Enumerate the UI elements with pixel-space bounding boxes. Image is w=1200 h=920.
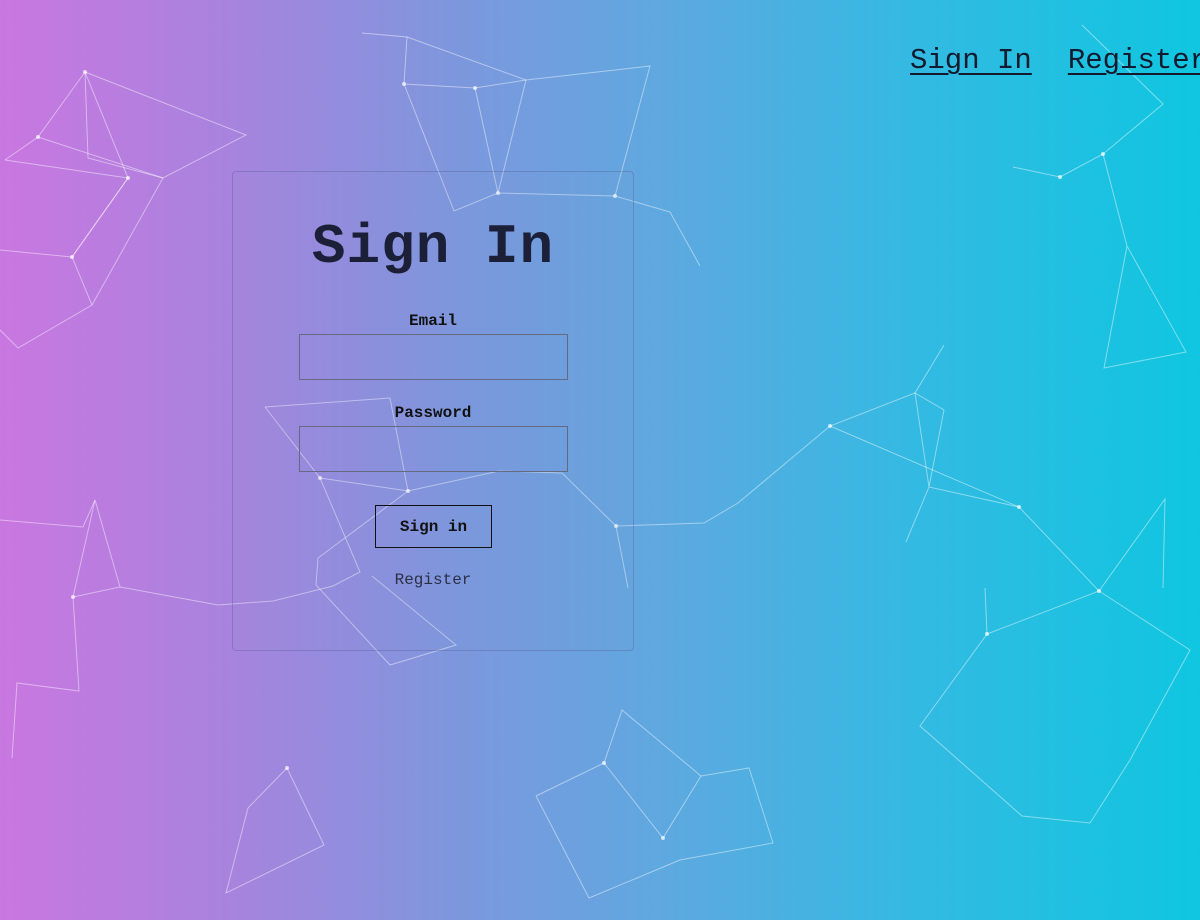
sign-in-card: Sign In Email Password Sign in Register (232, 171, 634, 651)
password-label: Password (394, 404, 472, 422)
email-field[interactable] (299, 334, 568, 380)
register-link[interactable]: Register (233, 571, 633, 589)
password-field[interactable] (299, 426, 568, 472)
nav-register-link[interactable]: Register (1068, 44, 1200, 77)
nav-sign-in-link[interactable]: Sign In (910, 44, 1032, 77)
email-label: Email (408, 312, 457, 330)
page-title: Sign In (311, 215, 555, 279)
top-nav: Sign In Register (910, 44, 1200, 77)
sign-in-button[interactable]: Sign in (375, 505, 492, 548)
